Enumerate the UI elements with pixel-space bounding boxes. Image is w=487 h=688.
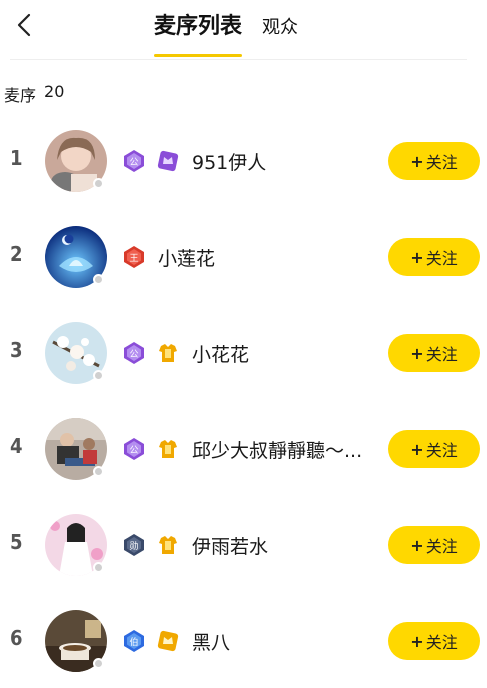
mic-queue-list: 1 公 951伊人 + 关注 2 王小莲花 + 关注 3 公小花花 + 关注 4 公邱少大叔靜靜聽～... +… [0, 112, 487, 688]
user-name[interactable]: 951伊人 [192, 148, 266, 175]
back-arrow-icon [17, 13, 31, 37]
follow-button[interactable]: + 关注 [388, 430, 480, 468]
follow-button[interactable]: + 关注 [388, 142, 480, 180]
follow-button[interactable]: + 关注 [388, 334, 480, 372]
follow-button-label: 关注 [425, 153, 458, 172]
online-status-dot [93, 370, 104, 381]
online-status-dot [93, 178, 104, 189]
tab-active-indicator [154, 54, 243, 57]
user-name[interactable]: 黑八 [192, 628, 230, 655]
tab-mic-queue[interactable]: 麦序列表 [154, 8, 243, 57]
badge-group: 公 [122, 149, 180, 173]
wang-red-icon: 王 [122, 245, 146, 269]
online-status-dot [93, 466, 104, 477]
shirt-gold-icon [156, 533, 180, 557]
mic-queue-row[interactable]: 2 王 小莲花 + 关注 [0, 208, 487, 304]
tab-audience[interactable]: 观众 [262, 13, 298, 47]
xun-navy-icon: 勋 [122, 533, 146, 557]
mic-queue-row[interactable]: 6 伯 黑八 + 关注 [0, 592, 487, 688]
rank-number: 1 [10, 146, 23, 170]
plus-icon: + [410, 247, 424, 267]
rank-number: 3 [10, 338, 23, 362]
tab-audience-label: 观众 [262, 17, 299, 38]
svg-text:公: 公 [129, 349, 138, 360]
user-name[interactable]: 邱少大叔靜靜聽～... [192, 436, 362, 463]
tab-mic-queue-label: 麦序列表 [154, 14, 243, 39]
badge-group: 勋 [122, 533, 180, 557]
badge-group: 公 [122, 437, 180, 461]
user-name[interactable]: 小莲花 [158, 244, 215, 271]
svg-text:公: 公 [129, 157, 138, 168]
online-status-dot [93, 562, 104, 573]
mic-queue-row[interactable]: 3 公 小花花 + 关注 [0, 304, 487, 400]
plus-icon: + [410, 535, 424, 555]
badge-group: 王 [122, 245, 146, 269]
rank-number: 4 [10, 434, 23, 458]
plus-icon: + [410, 439, 424, 459]
follow-button-label: 关注 [425, 633, 458, 652]
shirt-gold-icon [156, 437, 180, 461]
user-name[interactable]: 伊雨若水 [192, 532, 268, 559]
online-status-dot [93, 274, 104, 285]
bo-blue-icon: 伯 [122, 629, 146, 653]
mic-queue-row[interactable]: 1 公 951伊人 + 关注 [0, 112, 487, 208]
user-name[interactable]: 小花花 [192, 340, 249, 367]
follow-button[interactable]: + 关注 [388, 526, 480, 564]
online-status-dot [93, 658, 104, 669]
svg-text:伯: 伯 [129, 636, 138, 648]
mic-queue-row[interactable]: 5 勋 伊雨若水 + 关注 [0, 496, 487, 592]
rank-number: 5 [10, 530, 23, 554]
back-button[interactable] [12, 10, 36, 40]
follow-button-label: 关注 [425, 537, 458, 556]
svg-text:公: 公 [129, 445, 138, 456]
mic-queue-row[interactable]: 4 公 邱少大叔靜靜聽～... + 关注 [0, 400, 487, 496]
badge-group: 伯 [122, 629, 180, 653]
queue-count-label: 麦序 [4, 86, 37, 105]
queue-count-value: 20 [44, 82, 65, 101]
follow-button[interactable]: + 关注 [388, 622, 480, 660]
tab-bar: 麦序列表 观众 [154, 8, 318, 57]
follow-button-label: 关注 [425, 249, 458, 268]
queue-count: 麦序 20 [4, 82, 64, 106]
follow-button[interactable]: + 关注 [388, 238, 480, 276]
rank-number: 6 [10, 626, 23, 650]
svg-text:勋: 勋 [129, 540, 138, 552]
plus-icon: + [410, 631, 424, 651]
header-divider [10, 59, 467, 60]
svg-text:王: 王 [129, 253, 138, 264]
rank-number: 2 [10, 242, 23, 266]
header: 麦序列表 观众 [0, 0, 487, 60]
follow-button-label: 关注 [425, 345, 458, 364]
gong-purple-icon: 公 [122, 437, 146, 461]
gong-purple-icon: 公 [122, 341, 146, 365]
crown-gold-icon [156, 629, 180, 653]
follow-button-label: 关注 [425, 441, 458, 460]
crown-purple-icon [156, 149, 180, 173]
shirt-gold-icon [156, 341, 180, 365]
plus-icon: + [410, 343, 424, 363]
gong-purple-icon: 公 [122, 149, 146, 173]
plus-icon: + [410, 151, 424, 171]
badge-group: 公 [122, 341, 180, 365]
